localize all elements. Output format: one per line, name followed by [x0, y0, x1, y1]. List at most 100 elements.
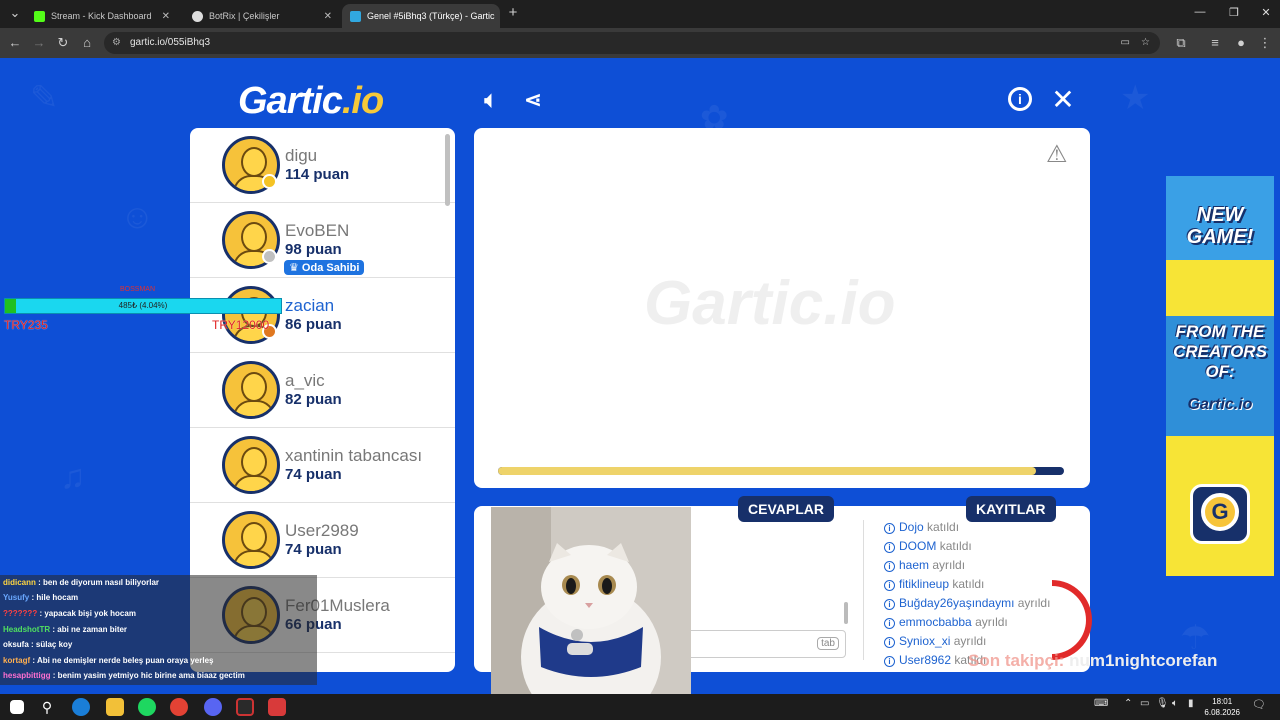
cat-picture [491, 507, 691, 720]
player-avatar [222, 436, 280, 494]
tab-gartic[interactable]: Genel #5iBhq3 (Türkçe) - Gartic ✕ [342, 4, 500, 28]
gartic-coin-icon: G [1190, 484, 1250, 544]
file-explorer-icon[interactable] [106, 698, 124, 716]
close-tab-icon[interactable]: ✕ [324, 11, 332, 22]
tab-botrix[interactable]: BotRix | Çekilişler ✕ [184, 4, 340, 28]
extensions-icon[interactable]: ⧉ [1172, 34, 1190, 52]
url-input[interactable]: ⚙ gartic.io/055iBhq3 ▭ ☆ [104, 32, 1160, 54]
app-icon[interactable] [268, 698, 286, 716]
ad-text: OF: [1205, 362, 1235, 381]
minimize-icon[interactable]: — [1190, 6, 1210, 18]
kick-favicon-icon [34, 10, 45, 22]
volume-icon[interactable]: 🔈︎ [1172, 698, 1178, 716]
close-icon[interactable]: ✕ [1050, 86, 1076, 114]
player-name: digu [285, 146, 318, 165]
drawing-canvas[interactable]: Gartic.io ⚠ [474, 128, 1090, 488]
boss-name: BOSSMAN [120, 286, 156, 293]
log-entry: i emmocbabba ayrıldı [884, 615, 1008, 629]
player-name: xantinin tabancası [285, 446, 423, 465]
address-bar: ← → ↻ ⌂ ⚙ gartic.io/055iBhq3 ▭ ☆ ⧉ ≡ ● ⋮ [0, 28, 1280, 58]
player-row[interactable]: EvoBEN 98 puan ♛ Oda Sahibi [190, 203, 455, 278]
tab-answers[interactable]: CEVAPLAR [738, 496, 834, 522]
log-user: haem [899, 558, 930, 572]
log-entry: i Syniox_xi ayrıldı [884, 634, 986, 648]
home-icon[interactable]: ⌂ [78, 34, 96, 52]
new-tab-icon[interactable]: + [504, 4, 522, 22]
obs-icon[interactable] [236, 698, 254, 716]
close-window-icon[interactable]: ✕ [1256, 6, 1276, 19]
chrome-icon[interactable] [170, 698, 188, 716]
info-icon: i [884, 656, 895, 667]
report-warning-icon[interactable]: ⚠ [1046, 140, 1068, 169]
tray-chevron-icon[interactable]: ⌃ [1124, 698, 1132, 716]
player-list-scrollbar[interactable] [445, 134, 450, 206]
reading-list-icon[interactable]: ≡ [1206, 34, 1224, 52]
player-row[interactable]: User2989 74 puan [190, 503, 455, 578]
info-icon: i [884, 561, 895, 572]
chat-msg: : Abi ne demişler nerde beleş puan oraya… [32, 656, 214, 665]
taskbar-clock[interactable]: 18:01 6.08.2026 [1204, 696, 1240, 718]
forward-icon[interactable]: → [30, 34, 48, 52]
maximize-icon[interactable]: ❐ [1224, 6, 1244, 19]
info-icon: i [884, 618, 895, 629]
chat-user: Yusufy [3, 593, 30, 602]
close-tab-icon[interactable]: ✕ [162, 11, 170, 22]
reload-icon[interactable]: ↻ [54, 34, 72, 52]
chat-msg: : abi ne zaman biter [52, 625, 128, 634]
log-entry: i Dojo katıldı [884, 520, 959, 534]
clock-time: 18:01 [1212, 697, 1233, 706]
mic-icon[interactable]: 🎙︎ [1156, 698, 1169, 716]
sound-icon[interactable]: 🔈︎ [478, 87, 504, 113]
share-icon[interactable]: ⋖ [520, 87, 546, 113]
status-dot [262, 249, 277, 264]
battery-icon[interactable]: ▮ [1188, 698, 1194, 716]
menu-icon[interactable]: ⋮ [1256, 34, 1274, 52]
tab-kick-dashboard[interactable]: Stream - Kick Dashboard ✕ [26, 4, 178, 28]
tab-search-icon[interactable]: ⌄ [6, 4, 24, 22]
chat-line: HeadshotTR : abi ne zaman biter [3, 625, 127, 634]
spotify-icon[interactable] [138, 698, 156, 716]
site-info-icon[interactable]: ⚙ [112, 32, 121, 54]
player-row[interactable]: zacian 86 puan [190, 278, 455, 353]
back-icon[interactable]: ← [6, 34, 24, 52]
discord-icon[interactable] [204, 698, 222, 716]
coin-letter: G [1201, 493, 1239, 531]
info-icon[interactable]: i [1008, 87, 1032, 111]
tab-label: Genel #5iBhq3 (Türkçe) - Gartic [367, 11, 495, 21]
log-entry: i DOOM katıldı [884, 539, 972, 553]
keyboard-icon[interactable]: ⌨ [1094, 698, 1108, 716]
donation-goal-bar: 485₺ (4.04%) [4, 298, 282, 314]
chat-user: ??????? [3, 609, 38, 618]
canvas-watermark: Gartic.io [644, 269, 896, 338]
timer-progress-bar [498, 467, 1064, 475]
bookmark-star-icon[interactable]: ☆ [1141, 32, 1150, 54]
log-action: ayrıldı [975, 615, 1008, 629]
player-row[interactable]: xantinin tabancası 74 puan [190, 428, 455, 503]
answers-scrollbar[interactable] [844, 602, 848, 624]
room-owner-badge: ♛ Oda Sahibi [284, 260, 365, 275]
log-user: Buğday26yaşındaymı [899, 596, 1015, 610]
chat-user: hesapbittigg [3, 671, 51, 680]
profile-avatar-icon[interactable]: ● [1232, 34, 1250, 52]
log-action: katıldı [952, 577, 985, 591]
chat-line: kortagf : Abi ne demişler nerde beleş pu… [3, 656, 213, 665]
start-icon[interactable] [10, 700, 24, 714]
player-row[interactable]: digu 114 puan [190, 128, 455, 203]
new-game-ad[interactable]: NEW GAME! FROM THE CREATORS OF: Gartic.i… [1166, 176, 1274, 576]
player-row[interactable]: a_vic 82 puan [190, 353, 455, 428]
tab-logs[interactable]: KAYITLAR [966, 496, 1056, 522]
doodle-icon: ♫ [60, 458, 86, 496]
clock-date: 6.08.2026 [1204, 708, 1240, 717]
cast-icon[interactable]: ▭ [1121, 32, 1130, 54]
network-icon[interactable]: ▭ [1140, 698, 1149, 716]
webcam-cat-image [491, 507, 691, 720]
log-entry: i fitiklineup katıldı [884, 577, 984, 591]
chat-user: kortagf [3, 656, 31, 665]
notifications-icon[interactable]: 🗨︎ [1252, 698, 1266, 716]
doodle-icon: ✎ [30, 79, 59, 117]
gartic-logo[interactable]: Gartic.io [238, 80, 384, 123]
player-points: 74 puan [285, 541, 342, 558]
edge-icon[interactable] [72, 698, 90, 716]
search-icon[interactable]: ⚲ [38, 698, 56, 716]
chat-line: oksufa : sülaç koy [3, 640, 72, 649]
